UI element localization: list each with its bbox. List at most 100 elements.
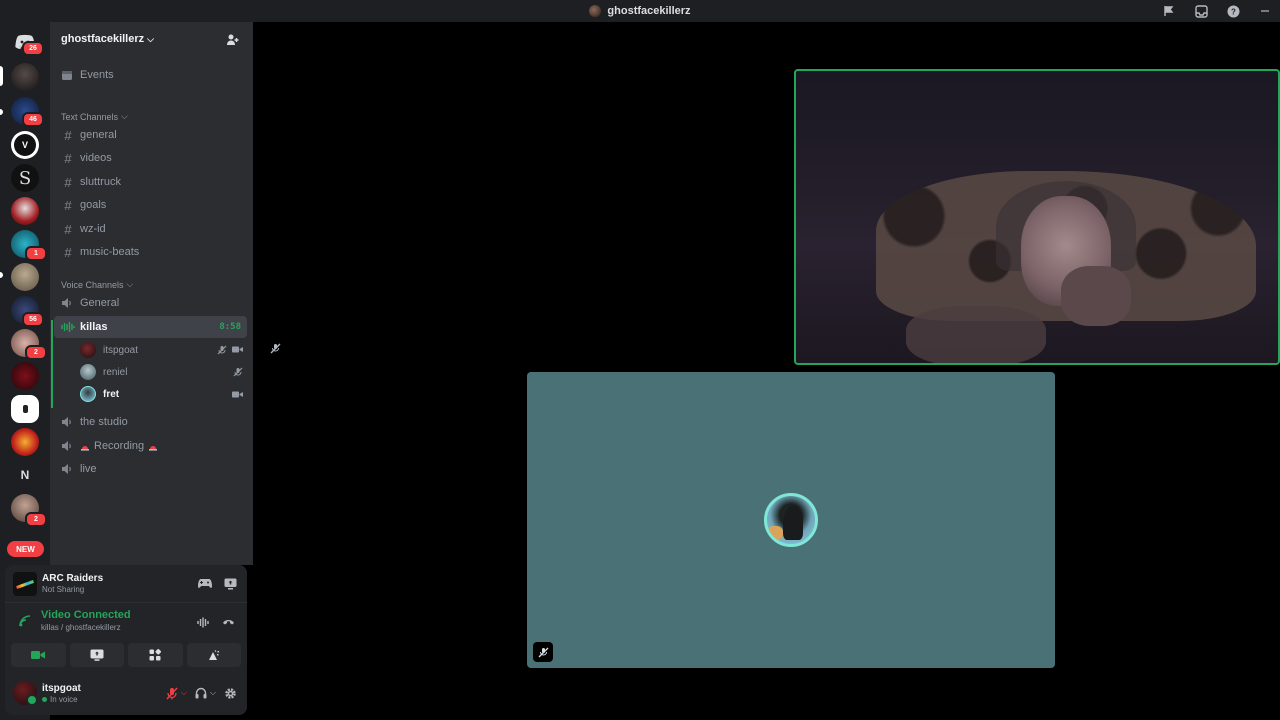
chevron-down-icon: ⌵ (147, 33, 154, 44)
server-icon-ghostfacekillerz[interactable] (11, 63, 39, 91)
new-badge[interactable]: NEW (7, 541, 44, 557)
text-channel-wz-id[interactable]: # wz-id (54, 218, 247, 240)
current-user[interactable]: itspgoat In voice ⌵ ⌵ (5, 675, 247, 711)
video-tile-camera[interactable] (794, 69, 1280, 365)
add-member-icon[interactable] (226, 33, 239, 46)
camera-button[interactable] (11, 643, 66, 667)
server-icon-n[interactable]: N (11, 461, 39, 489)
server-icon[interactable]: V (11, 131, 39, 159)
channel-name: killas (80, 321, 108, 333)
call-timer: 8:58 (219, 322, 241, 332)
game-icon (13, 571, 37, 596)
siren-icon (80, 441, 90, 451)
gamepad-icon[interactable] (198, 578, 212, 590)
signal-icon (19, 615, 31, 627)
channel-name: videos (80, 152, 112, 164)
window-title-text: ghostfacekillerz (607, 5, 691, 17)
guild-header[interactable]: ghostfacekillerz ⌵ (50, 22, 253, 56)
notification-badge: 26 (22, 41, 44, 56)
hashtag-icon: # (64, 127, 72, 143)
activities-button[interactable] (128, 643, 183, 667)
hashtag-icon: # (64, 150, 72, 166)
share-screen-button[interactable] (69, 643, 124, 667)
chevron-down-icon: ⌵ (121, 111, 128, 121)
text-channel-general[interactable]: # general (54, 124, 247, 146)
voice-channel-live[interactable]: live (54, 458, 247, 480)
avatar-decoration (767, 526, 783, 540)
guild-name-wrap: ghostfacekillerz ⌵ (61, 33, 154, 45)
voice-connection-status[interactable]: Video Connected killas / ghostfacekiller… (5, 609, 247, 641)
voice-channel-recording[interactable]: Recording (54, 435, 247, 457)
text-channel-music-beats[interactable]: # music-beats (54, 241, 247, 263)
text-channel-goals[interactable]: # goals (54, 194, 247, 216)
status-dot (42, 696, 47, 702)
flag-icon[interactable] (1160, 2, 1178, 20)
inbox-icon[interactable] (1192, 2, 1210, 20)
chevron-down-icon: ⌵ (126, 279, 134, 289)
chevron-down-icon[interactable]: ⌵ (210, 688, 216, 698)
voice-channel-the-studio[interactable]: the studio (54, 411, 247, 433)
notification-badge: 2 (25, 345, 47, 360)
server-icon[interactable]: S (11, 164, 39, 192)
server-icon[interactable] (11, 263, 39, 291)
calendar-icon (61, 69, 75, 81)
screen-share-icon (90, 649, 104, 661)
channel-name: sluttruck (80, 176, 121, 188)
disconnect-icon[interactable] (222, 617, 235, 628)
unread-indicator (0, 109, 3, 115)
speaker-icon (61, 297, 75, 309)
channel-name: live (80, 463, 97, 475)
avatar-figure (783, 506, 803, 540)
voice-channels-category[interactable]: Voice Channels ⌵ (61, 279, 133, 290)
voice-user-name: fret (103, 388, 120, 400)
server-icon[interactable] (11, 197, 39, 225)
title-bar: ghostfacekillerz ? (0, 0, 1280, 22)
server-icon[interactable] (11, 395, 39, 423)
voice-user-reniel[interactable]: reniel (80, 362, 247, 382)
minimize-icon[interactable] (1256, 2, 1274, 20)
chevron-down-icon[interactable]: ⌵ (181, 688, 187, 698)
online-status-indicator (26, 694, 38, 706)
voice-channel-general[interactable]: General (54, 292, 247, 314)
audio-wave-icon (61, 321, 75, 333)
help-icon[interactable]: ? (1224, 2, 1242, 20)
avatar (13, 681, 38, 706)
notification-badge: 1 (25, 246, 47, 261)
mic-muted-icon (217, 345, 227, 355)
camera-icon (232, 345, 243, 355)
screen-share-icon[interactable] (224, 578, 237, 590)
voice-user-itspgoat[interactable]: itspgoat (80, 340, 247, 360)
notification-badge: 56 (22, 312, 44, 327)
voice-action-buttons (11, 643, 241, 667)
avatar (80, 386, 96, 402)
activity-status[interactable]: ARC Raiders Not Sharing (5, 565, 247, 603)
server-icon (589, 5, 602, 17)
server-icon[interactable] (11, 362, 39, 390)
avatar (80, 342, 96, 358)
speaker-icon (61, 463, 75, 475)
speaking-avatar (764, 493, 818, 547)
camera-icon (31, 651, 46, 659)
events-item[interactable]: Events (54, 64, 247, 86)
camera-feed-arm (906, 306, 1046, 363)
voice-user-fret[interactable]: fret (80, 384, 247, 404)
server-icon[interactable] (11, 428, 39, 456)
mic-muted-icon[interactable] (166, 687, 178, 700)
hashtag-icon: # (64, 174, 72, 190)
soundboard-button[interactable] (186, 643, 241, 667)
siren-icon (148, 441, 158, 451)
speaker-icon (61, 440, 75, 452)
headphones-icon[interactable] (195, 687, 207, 699)
settings-gear-icon[interactable] (224, 687, 237, 700)
voice-channel-killas[interactable]: killas 8:58 (54, 316, 247, 338)
text-channel-sluttruck[interactable]: # sluttruck (54, 171, 247, 193)
unread-indicator (0, 272, 3, 278)
text-channel-videos[interactable]: # videos (54, 147, 247, 169)
noise-suppression-icon[interactable] (197, 617, 210, 628)
speaker-icon (61, 416, 75, 428)
soundboard-icon (209, 649, 220, 660)
channel-name: the studio (80, 416, 128, 428)
text-channels-category[interactable]: Text Channels ⌵ (61, 111, 128, 122)
guild-name: ghostfacekillerz (61, 33, 145, 45)
camera-icon (232, 390, 243, 399)
